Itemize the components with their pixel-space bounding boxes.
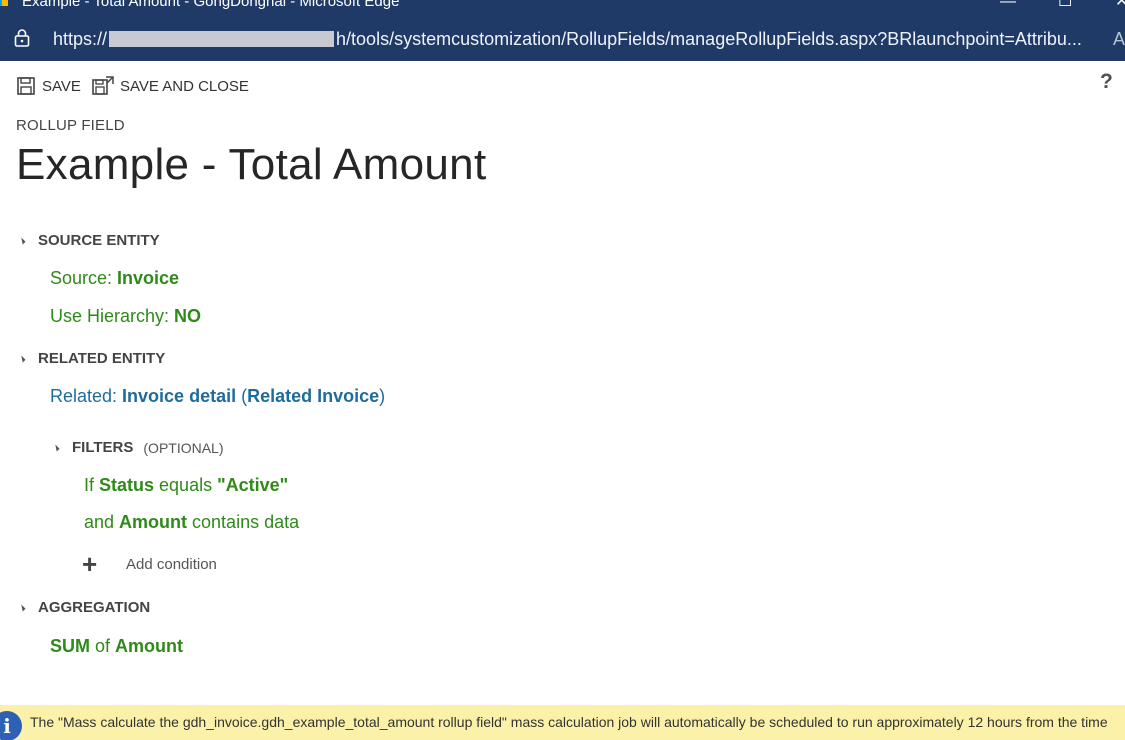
source-label: Source: (50, 268, 118, 288)
browser-title-bar: Example - Total Amount - GongDonghai - M… (0, 0, 1125, 15)
aggregation-field-link[interactable]: Amount (115, 636, 183, 656)
add-condition-label: Add condition (126, 555, 217, 573)
filters-section-toggle[interactable]: FILTERS (OPTIONAL) (52, 439, 224, 456)
reader-view-icon[interactable]: A (1113, 28, 1125, 50)
url-field[interactable]: https:// h/tools/systemcustomization/Roll… (53, 28, 1082, 50)
related-entity-section-toggle[interactable]: RELATED ENTITY (18, 350, 166, 367)
use-hierarchy-row: Use Hierarchy: NO (50, 306, 201, 327)
collapse-caret-icon (18, 354, 26, 363)
add-condition-button[interactable]: + Add condition (82, 551, 217, 577)
source-row: Source: Invoice (50, 268, 179, 289)
source-entity-heading: SOURCE ENTITY (38, 232, 160, 249)
related-entity-link[interactable]: Invoice detail (122, 386, 236, 406)
condition-field: Amount (119, 512, 188, 532)
filters-heading: FILTERS (72, 439, 134, 456)
aggregation-of: of (90, 636, 116, 656)
use-hierarchy-label: Use Hierarchy: (50, 306, 175, 326)
save-label: SAVE (42, 77, 81, 95)
restore-icon[interactable]: ☐ (1058, 0, 1072, 12)
url-path: h/tools/systemcustomization/RollupFields… (336, 29, 1082, 49)
lock-icon[interactable] (14, 29, 30, 47)
close-icon[interactable]: ✕ (1115, 0, 1125, 12)
condition-operator: contains data (187, 512, 300, 532)
relationship-link[interactable]: Related Invoice (247, 386, 379, 406)
notification-message: The "Mass calculate the gdh_invoice.gdh_… (30, 714, 1108, 730)
save-and-close-label: SAVE AND CLOSE (120, 77, 249, 95)
save-and-close-button[interactable]: SAVE AND CLOSE (92, 73, 249, 99)
related-open-paren: ( (236, 386, 248, 406)
plus-icon: + (82, 549, 98, 579)
save-button[interactable]: SAVE (16, 73, 81, 99)
aggregation-row: SUM of Amount (50, 636, 183, 657)
condition-operator: equals (154, 475, 218, 495)
app-logo-icon (0, 0, 8, 6)
related-row: Related: Invoice detail (Related Invoice… (50, 386, 385, 407)
collapse-caret-icon (18, 236, 26, 245)
info-icon: i (0, 711, 22, 740)
condition-prefix: If (84, 475, 100, 495)
help-icon[interactable]: ? (1100, 70, 1113, 94)
aggregation-function-link[interactable]: SUM (50, 636, 90, 656)
collapse-caret-icon (18, 603, 26, 612)
aggregation-heading: AGGREGATION (38, 599, 151, 616)
related-entity-heading: RELATED ENTITY (38, 350, 166, 367)
source-entity-section-toggle[interactable]: SOURCE ENTITY (18, 232, 160, 249)
redacted-host (109, 31, 335, 47)
address-bar: https:// h/tools/systemcustomization/Roll… (0, 15, 1125, 61)
source-entity-link[interactable]: Invoice (117, 268, 179, 288)
filter-condition-row[interactable]: If Status equals "Active" (84, 475, 288, 496)
condition-value: "Active" (217, 475, 289, 495)
related-close-paren: ) (379, 386, 386, 406)
save-and-close-icon (92, 76, 114, 95)
aggregation-section-toggle[interactable]: AGGREGATION (18, 599, 151, 616)
window-title: Example - Total Amount - GongDonghai - M… (22, 0, 400, 10)
use-hierarchy-link[interactable]: NO (174, 306, 201, 326)
url-prefix: https:// (53, 29, 108, 49)
page-title: Example - Total Amount (16, 140, 487, 189)
filters-optional-label: (OPTIONAL) (143, 439, 224, 456)
notification-bar: i The "Mass calculate the gdh_invoice.gd… (0, 705, 1125, 740)
minimize-icon[interactable]: — (1000, 0, 1016, 12)
collapse-caret-icon (52, 443, 60, 452)
condition-prefix: and (84, 512, 120, 532)
field-type-label: ROLLUP FIELD (16, 117, 125, 134)
related-label: Related: (50, 386, 123, 406)
save-icon (17, 77, 35, 95)
filter-condition-row[interactable]: and Amount contains data (84, 512, 299, 533)
condition-field: Status (99, 475, 155, 495)
